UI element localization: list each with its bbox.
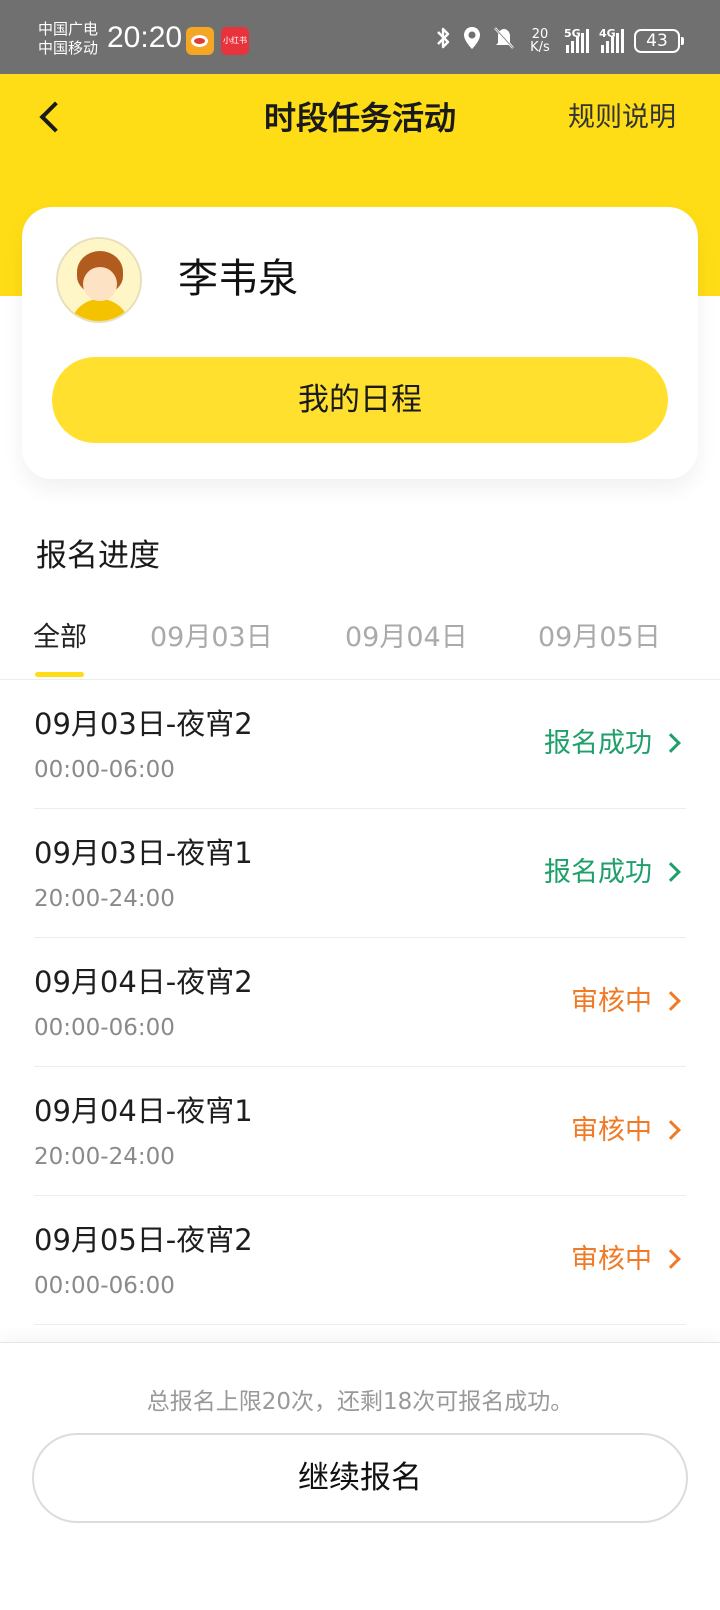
list-item[interactable]: 09月03日-夜宵2 00:00-06:00 报名成功 xyxy=(34,680,686,809)
net-speed-unit: K/s xyxy=(530,40,550,55)
signal-4g-label: 4G xyxy=(599,27,616,40)
item-title: 09月03日-夜宵1 xyxy=(34,836,253,870)
status-right-icons: 20 K/s 5G 4G 43 xyxy=(434,24,684,58)
active-tab-indicator xyxy=(35,672,84,677)
battery-icon: 43 xyxy=(634,29,684,53)
continue-register-button[interactable]: 继续报名 xyxy=(32,1433,688,1523)
list-item[interactable]: 09月03日-夜宵1 20:00-24:00 报名成功 xyxy=(34,809,686,938)
item-title: 09月04日-夜宵1 xyxy=(34,1094,253,1128)
item-status: 审核中 xyxy=(571,1244,652,1275)
tab-0905[interactable]: 09月05日 xyxy=(538,618,661,658)
item-title: 09月04日-夜宵2 xyxy=(34,965,253,999)
chevron-right-icon xyxy=(661,991,681,1011)
item-time: 00:00-06:00 xyxy=(34,1273,175,1299)
rules-link[interactable]: 规则说明 xyxy=(568,98,676,138)
item-time: 00:00-06:00 xyxy=(34,757,175,783)
item-time: 20:00-24:00 xyxy=(34,886,175,912)
profile-card: 李韦泉 我的日程 xyxy=(22,207,698,479)
mute-notifications-icon xyxy=(492,25,516,58)
item-status: 审核中 xyxy=(571,1115,652,1146)
my-schedule-button[interactable]: 我的日程 xyxy=(52,357,668,443)
bluetooth-icon xyxy=(434,25,452,58)
item-status: 报名成功 xyxy=(544,857,652,888)
chevron-right-icon xyxy=(661,862,681,882)
carrier-info: 中国广电 中国移动 xyxy=(38,20,98,58)
registration-list: 09月03日-夜宵2 00:00-06:00 报名成功 09月03日-夜宵1 2… xyxy=(34,680,686,1325)
carrier-2: 中国移动 xyxy=(38,39,99,57)
weibo-notification-icon xyxy=(186,27,214,55)
tab-all[interactable]: 全部 xyxy=(33,618,87,658)
chevron-right-icon xyxy=(661,733,681,753)
status-bar: 中国广电 中国移动 20:20 小红书 20 K/s 5G 4G 43 xyxy=(0,0,720,74)
item-time: 20:00-24:00 xyxy=(34,1144,175,1170)
list-item[interactable]: 09月05日-夜宵2 00:00-06:00 审核中 xyxy=(34,1196,686,1325)
chevron-right-icon xyxy=(661,1249,681,1269)
list-item[interactable]: 09月04日-夜宵2 00:00-06:00 审核中 xyxy=(34,938,686,1067)
signal-5g-icon: 5G xyxy=(564,27,589,53)
list-item[interactable]: 09月04日-夜宵1 20:00-24:00 审核中 xyxy=(34,1067,686,1196)
signal-5g-label: 5G xyxy=(564,27,581,40)
item-title: 09月05日-夜宵2 xyxy=(34,1223,253,1257)
page: 中国广电 中国移动 20:20 小红书 20 K/s 5G 4G 43 时段任务… xyxy=(0,0,720,1610)
carrier-1: 中国广电 xyxy=(38,20,99,38)
user-name: 李韦泉 xyxy=(178,256,298,302)
item-title: 09月03日-夜宵2 xyxy=(34,707,253,741)
location-icon xyxy=(462,25,482,58)
avatar xyxy=(56,237,142,323)
network-speed: 20 K/s xyxy=(526,28,554,54)
chevron-right-icon xyxy=(661,1120,681,1140)
date-tabs: 全部 09月03日 09月04日 09月05日 xyxy=(0,600,720,680)
bottom-panel: 总报名上限20次，还剩18次可报名成功。 继续报名 xyxy=(0,1342,720,1610)
item-time: 00:00-06:00 xyxy=(34,1015,175,1041)
signal-4g-icon: 4G xyxy=(599,27,624,53)
quota-text: 总报名上限20次，还剩18次可报名成功。 xyxy=(146,1389,574,1415)
section-title: 报名进度 xyxy=(36,538,160,574)
red-app-notification-icon: 小红书 xyxy=(221,27,249,55)
item-status: 报名成功 xyxy=(544,728,652,759)
status-time: 20:20 xyxy=(107,21,183,54)
item-status: 审核中 xyxy=(571,986,652,1017)
tab-0904[interactable]: 09月04日 xyxy=(345,618,468,658)
tab-0903[interactable]: 09月03日 xyxy=(150,618,273,658)
